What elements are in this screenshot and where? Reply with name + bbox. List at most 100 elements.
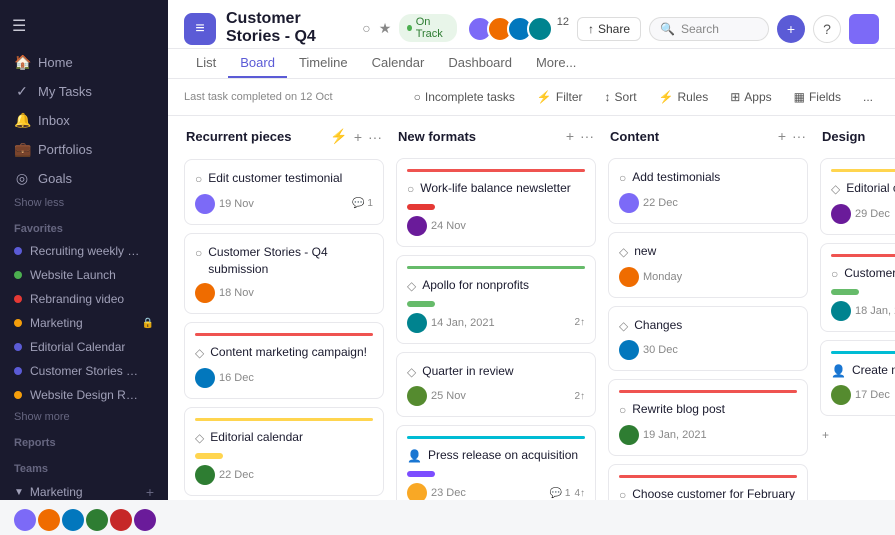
title-icon-star[interactable]: ★: [379, 20, 392, 37]
card-date: 24 Nov: [431, 220, 466, 232]
column-header-new-formats: New formats + ···: [396, 128, 596, 150]
task-card[interactable]: 👤 Create new in... 17 Dec: [820, 340, 895, 417]
card-avatar: [619, 193, 639, 213]
card-avatar: [407, 313, 427, 333]
tab-timeline[interactable]: Timeline: [287, 49, 360, 78]
card-priority-bar: [619, 475, 797, 478]
sidebar-fav-0[interactable]: Recruiting weekly mee...: [0, 239, 168, 263]
card-title-text: Apollo for nonprofits: [422, 277, 529, 294]
apps-button[interactable]: ⊞ Apps: [724, 87, 777, 107]
sort-icon: ↕: [605, 90, 611, 104]
fav-label: Rebranding video: [30, 292, 124, 306]
rules-button[interactable]: ⚡ Rules: [653, 87, 715, 107]
card-avatar: [831, 204, 851, 224]
column-add[interactable]: +: [778, 128, 786, 144]
member-avatar: [527, 16, 553, 42]
card-tag: [407, 301, 435, 307]
task-card[interactable]: ◇ new Monday: [608, 232, 808, 298]
help-button[interactable]: ?: [813, 15, 841, 43]
task-card[interactable]: ○ Rewrite blog post 19 Jan, 2021: [608, 379, 808, 456]
task-card[interactable]: ◇ Editorial calendar 22 Dec: [184, 407, 384, 496]
column-design: Design + ··· ◇ Editorial cale... 29 Dec: [820, 128, 895, 446]
task-card[interactable]: ◇ Editorial cale... 29 Dec: [820, 158, 895, 235]
title-icon-circle[interactable]: ○: [362, 20, 370, 36]
nav-icon-home: 🏠: [14, 54, 30, 71]
sidebar-fav-4[interactable]: Editorial Calendar: [0, 335, 168, 359]
sidebar-item-inbox[interactable]: 🔔Inbox: [0, 106, 168, 135]
sidebar-item-my-tasks[interactable]: ✓My Tasks: [0, 77, 168, 106]
topbar: ≡ Customer Stories - Q4 ○ ★ On Track 12: [168, 0, 895, 49]
reports-section-title: Reports: [0, 427, 168, 453]
card-meta: 25 Nov 2↑: [407, 386, 585, 406]
card-avatar: [407, 216, 427, 236]
task-card[interactable]: 👤 Press release on acquisition 23 Dec 💬 …: [396, 425, 596, 500]
column-more[interactable]: ···: [368, 129, 382, 145]
card-title: ○ Rewrite blog post: [619, 401, 797, 419]
column-add[interactable]: +: [354, 129, 362, 145]
card-meta: 22 Dec: [619, 193, 797, 213]
show-less-button[interactable]: Show less: [0, 193, 168, 213]
show-more-button[interactable]: Show more: [0, 407, 168, 427]
task-card[interactable]: ○ Add testimonials 22 Dec: [608, 158, 808, 224]
card-avatar: [619, 267, 639, 287]
team-marketing[interactable]: ▼ Marketing +: [0, 479, 168, 505]
sort-button[interactable]: ↕ Sort: [599, 87, 643, 107]
team-add-icon[interactable]: +: [146, 484, 154, 500]
card-meta: 19 Nov 💬 1: [195, 194, 373, 214]
card-title-text: Create new in...: [852, 362, 895, 379]
tab-calendar[interactable]: Calendar: [360, 49, 437, 78]
team-avatar: [38, 509, 60, 531]
task-card[interactable]: ◇ Apollo for nonprofits 14 Jan, 2021 2↑: [396, 255, 596, 344]
sidebar-fav-6[interactable]: Website Design Reque...: [0, 383, 168, 407]
sidebar-item-goals[interactable]: ◎Goals: [0, 164, 168, 193]
add-button[interactable]: +: [777, 15, 805, 43]
fav-dot: [14, 367, 22, 375]
task-card[interactable]: ◇ Content marketing campaign! 16 Dec: [184, 322, 384, 399]
sidebar-item-home[interactable]: 🏠Home: [0, 48, 168, 77]
comment-count: 💬 1: [352, 198, 373, 209]
tab-more[interactable]: More...: [524, 49, 588, 78]
fav-dot: [14, 247, 22, 255]
column-more[interactable]: ···: [792, 128, 806, 144]
on-track-dot: [407, 25, 411, 31]
fav-label: Editorial Calendar: [30, 340, 125, 354]
hamburger-icon[interactable]: ☰: [12, 16, 26, 36]
tab-list[interactable]: List: [184, 49, 228, 78]
card-type-icon: 👤: [831, 363, 846, 380]
filter-button[interactable]: ⚡ Filter: [531, 87, 589, 107]
card-type-icon: ○: [831, 266, 838, 283]
sidebar-fav-3[interactable]: Marketing🔒: [0, 311, 168, 335]
task-card[interactable]: ◇ Changes 30 Dec: [608, 306, 808, 372]
search-box[interactable]: 🔍 Search: [649, 17, 769, 41]
fields-button[interactable]: ▦ Fields: [788, 87, 847, 107]
sidebar-fav-5[interactable]: Customer Stories - Q4: [0, 359, 168, 383]
tab-dashboard[interactable]: Dashboard: [436, 49, 524, 78]
task-card[interactable]: ◇ Quarter in review 25 Nov 2↑: [396, 352, 596, 418]
lightning-icon: ⚡: [330, 128, 347, 145]
card-avatar: [619, 340, 639, 360]
column-more[interactable]: ···: [580, 128, 594, 144]
card-title: ○ Customer spo...: [831, 265, 895, 283]
card-meta: 24 Nov: [407, 216, 585, 236]
column-add[interactable]: +: [566, 128, 574, 144]
task-card[interactable]: ○ Customer spo... 18 Jan, 2021: [820, 243, 895, 332]
user-avatar[interactable]: [849, 14, 879, 44]
task-card[interactable]: ○ Choose customer for February spotlight…: [608, 464, 808, 500]
add-card-button-design[interactable]: +: [820, 424, 895, 446]
share-button[interactable]: ↑ Share: [577, 17, 641, 41]
card-type-icon: ○: [619, 402, 626, 419]
team-avatar: [62, 509, 84, 531]
sidebar-item-portfolios[interactable]: 💼Portfolios: [0, 135, 168, 164]
sidebar-fav-2[interactable]: Rebranding video: [0, 287, 168, 311]
task-card[interactable]: ○ Customer Stories - Q4 submission 18 No…: [184, 233, 384, 315]
incomplete-tasks-button[interactable]: ○ Incomplete tasks: [408, 87, 521, 107]
more-toolbar-button[interactable]: ...: [857, 87, 879, 107]
nav-label-my-tasks: My Tasks: [38, 84, 92, 99]
filter-label: Filter: [556, 90, 583, 104]
task-card[interactable]: ○ Work-life balance newsletter 24 Nov: [396, 158, 596, 247]
tab-board[interactable]: Board: [228, 49, 287, 78]
card-title: ◇ Changes: [619, 317, 797, 335]
sidebar-fav-1[interactable]: Website Launch: [0, 263, 168, 287]
task-card[interactable]: ○ Edit customer testimonial 19 Nov 💬 1: [184, 159, 384, 225]
card-title-text: Add testimonials: [632, 169, 720, 186]
